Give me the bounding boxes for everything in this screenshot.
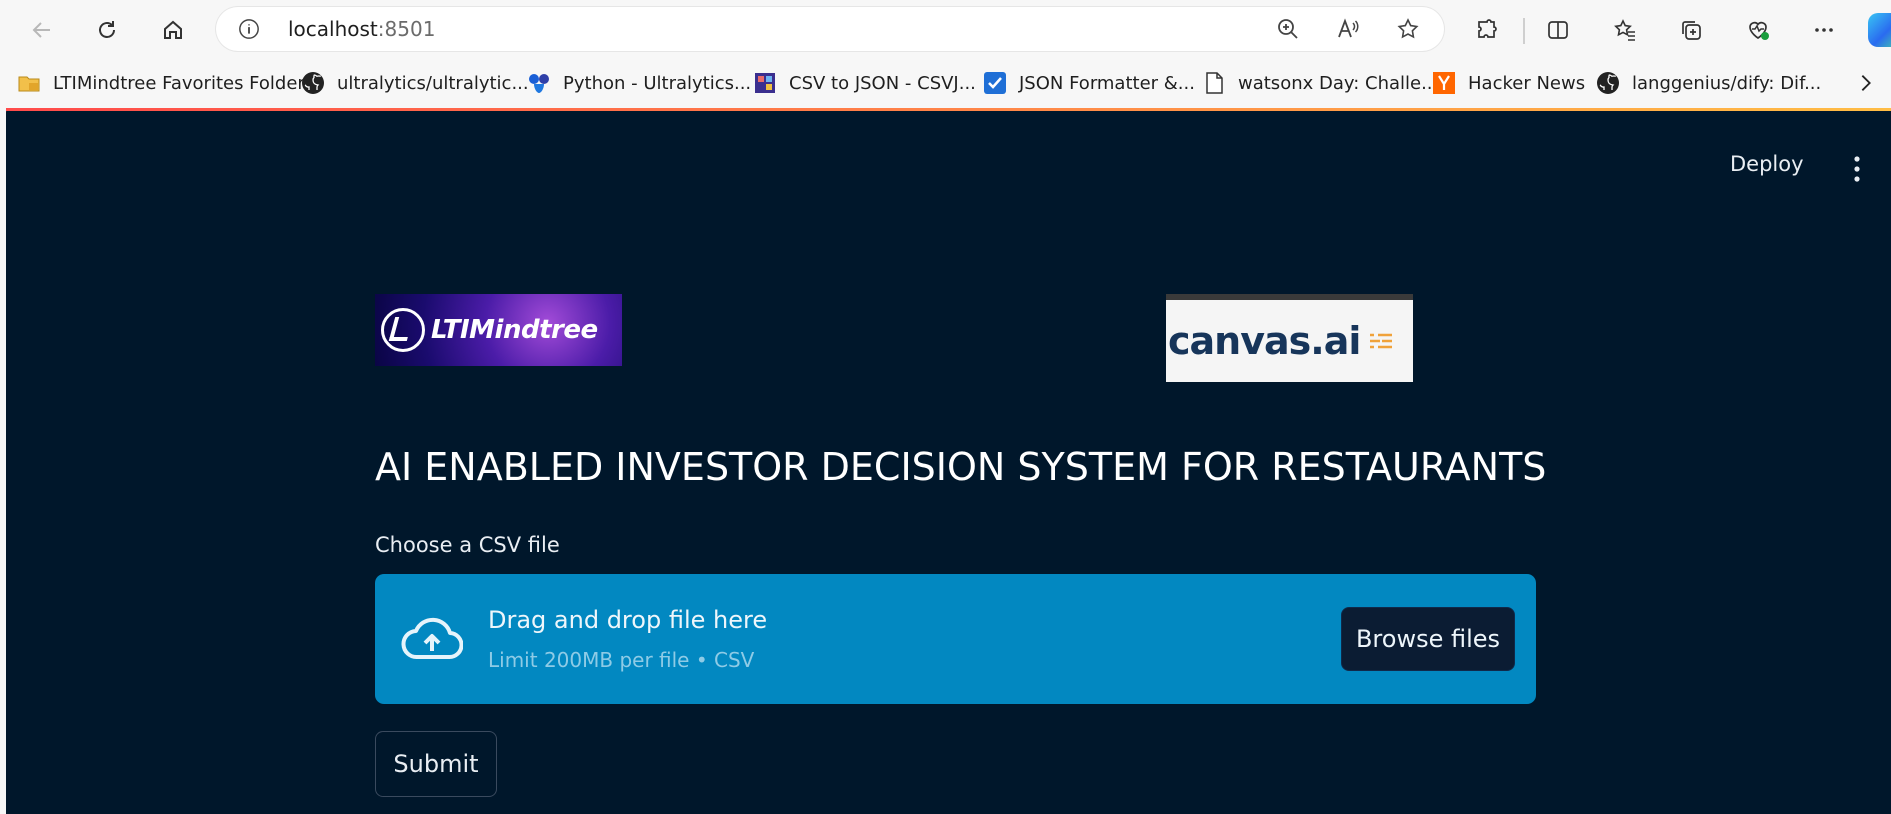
ultralytics-icon: [529, 74, 549, 93]
file-uploader-label: Choose a CSV file: [375, 533, 560, 557]
cloud-upload-icon: [401, 617, 463, 660]
copilot-icon[interactable]: [1868, 13, 1891, 47]
github-icon: [1597, 72, 1619, 94]
bookmark-label: LTIMindtree Favorites Folder: [53, 72, 305, 94]
canvas-lines-icon: [1370, 333, 1393, 349]
url-host: localhost: [288, 17, 378, 41]
bookmark-hacker-news[interactable]: Hacker News: [1432, 60, 1585, 106]
bookmark-json-formatter[interactable]: JSON Formatter &...: [983, 60, 1195, 106]
home-icon[interactable]: [155, 12, 191, 48]
page-icon: [1206, 72, 1223, 94]
submit-button[interactable]: Submit: [375, 731, 497, 797]
browser-essentials-icon[interactable]: [1740, 12, 1776, 48]
app-decoration-bar: [6, 108, 1891, 111]
ltimindtree-logo: LTIMindtree: [375, 294, 622, 366]
more-icon[interactable]: [1806, 12, 1842, 48]
main-menu-icon[interactable]: [1846, 154, 1868, 184]
bookmark-label: CSV to JSON - CSVJ...: [789, 72, 976, 94]
dropzone-limit-text: Limit 200MB per file • CSV: [488, 648, 755, 672]
favorite-star-icon[interactable]: [1396, 17, 1420, 41]
bookmark-label: langgenius/dify: Dif...: [1632, 72, 1822, 94]
browse-files-button[interactable]: Browse files: [1341, 607, 1515, 671]
ltimindtree-logo-text: LTIMindtree: [431, 315, 598, 345]
favorites-icon[interactable]: [1607, 12, 1643, 48]
read-aloud-icon[interactable]: [1336, 17, 1360, 41]
zoom-icon[interactable]: [1276, 17, 1300, 41]
bookmark-label: Python - Ultralytics...: [563, 72, 752, 94]
page-title: AI ENABLED INVESTOR DECISION SYSTEM FOR …: [375, 445, 1547, 489]
extensions-icon[interactable]: [1469, 12, 1505, 48]
url-text[interactable]: localhost:8501: [288, 7, 435, 51]
deploy-button[interactable]: Deploy: [1730, 152, 1804, 176]
back-arrow-icon[interactable]: [24, 12, 60, 48]
dropzone-instructions: Drag and drop file here: [488, 606, 768, 634]
bookmark-ultralytics-github[interactable]: ultralytics/ultralytic...: [301, 60, 529, 106]
address-bar[interactable]: localhost:8501: [216, 7, 1444, 51]
bookmark-langgenius-dify[interactable]: langgenius/dify: Dif...: [1596, 60, 1821, 106]
hacker-news-icon: [1433, 72, 1455, 94]
bookmark-csv-to-json[interactable]: CSV to JSON - CSVJ...: [753, 60, 976, 106]
bookmarks-bar: LTIMindtree Favorites Folder ultralytics…: [0, 60, 1891, 106]
folder-icon: [18, 76, 40, 92]
browser-toolbar: localhost:8501: [0, 0, 1891, 60]
toolbar-divider: [1523, 18, 1525, 44]
checkbox-icon: [984, 72, 1006, 94]
canvas-ai-logo-text: canvas.ai: [1168, 319, 1361, 363]
bookmark-ltimindtree-folder[interactable]: LTIMindtree Favorites Folder: [17, 60, 305, 106]
bookmark-label: watsonx Day: Challe...: [1238, 72, 1439, 94]
split-screen-icon[interactable]: [1540, 12, 1576, 48]
app-main: Deploy LTIMindtree canvas.ai AI ENABLED …: [6, 108, 1891, 814]
collections-icon[interactable]: [1673, 12, 1709, 48]
bookmark-label: ultralytics/ultralytic...: [337, 72, 529, 94]
github-icon: [302, 72, 324, 94]
url-port: :8501: [377, 17, 436, 41]
file-dropzone[interactable]: Drag and drop file here Limit 200MB per …: [375, 574, 1536, 704]
csvjson-icon: [755, 73, 775, 93]
bookmark-python-ultralytics[interactable]: Python - Ultralytics...: [527, 60, 751, 106]
ltimindtree-mark-icon: [381, 308, 425, 352]
info-icon[interactable]: [238, 18, 260, 40]
bookmark-label: JSON Formatter &...: [1019, 72, 1195, 94]
refresh-icon[interactable]: [89, 12, 125, 48]
chevron-right-icon[interactable]: [1855, 71, 1877, 95]
canvas-ai-logo: canvas.ai: [1166, 294, 1413, 382]
bookmark-watsonx-day[interactable]: watsonx Day: Challe...: [1202, 60, 1438, 106]
bookmark-label: Hacker News: [1468, 72, 1586, 94]
